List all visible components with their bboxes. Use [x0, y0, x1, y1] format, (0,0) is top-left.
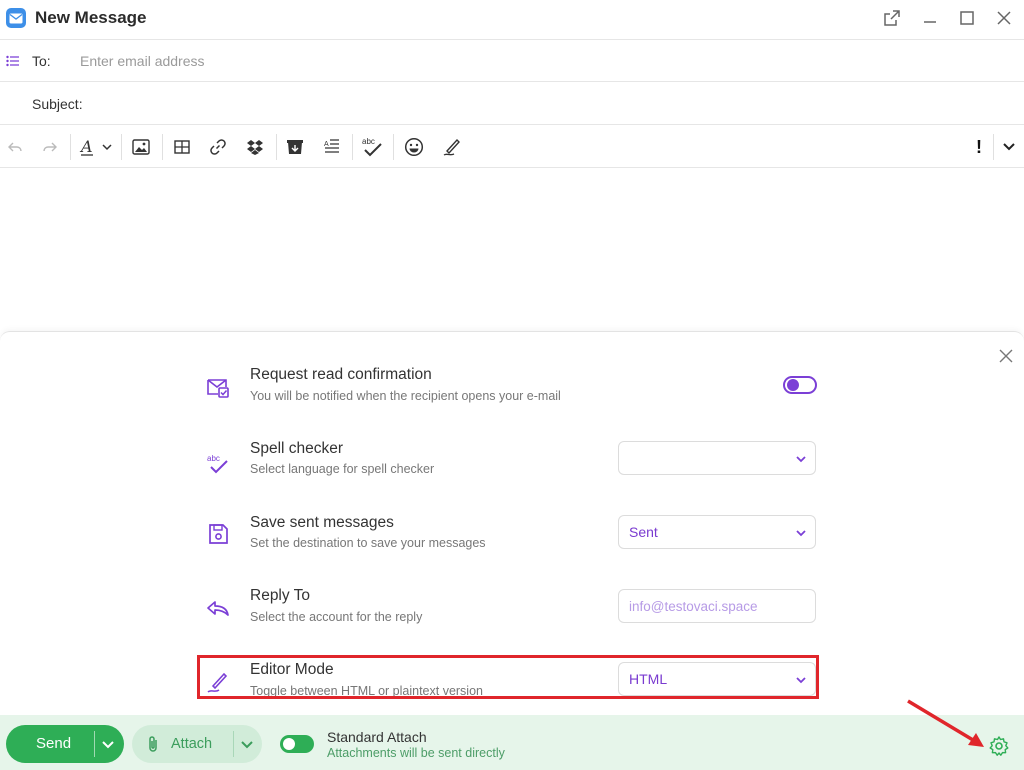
archive-icon[interactable]: [285, 135, 305, 159]
formatting-toolbar: A A abc !: [0, 126, 1024, 168]
spell-checker-select[interactable]: [618, 441, 816, 475]
chevron-down-icon: [795, 452, 807, 468]
read-confirmation-icon: [206, 376, 230, 400]
save-disk-icon: [206, 522, 230, 546]
signature-icon[interactable]: [441, 135, 463, 159]
contacts-list-icon[interactable]: [6, 54, 20, 72]
spellcheck-icon[interactable]: abc: [360, 135, 386, 159]
paperclip-icon: [147, 735, 159, 758]
editor-mode-select[interactable]: HTML: [618, 662, 816, 696]
emoji-icon[interactable]: [403, 135, 425, 159]
redo-icon[interactable]: [41, 135, 59, 159]
svg-text:A: A: [79, 137, 93, 156]
send-options-chevron-icon[interactable]: [101, 738, 115, 756]
read-confirmation-title: Request read confirmation: [250, 366, 432, 383]
standard-attach-title: Standard Attach: [327, 729, 427, 745]
dropbox-icon[interactable]: [245, 135, 265, 159]
standard-attach-toggle[interactable]: [280, 735, 314, 753]
to-row: To:: [0, 39, 1024, 82]
reply-icon: [206, 597, 230, 621]
close-icon[interactable]: [992, 6, 1016, 30]
more-options-chevron-icon[interactable]: [1000, 135, 1018, 159]
close-settings-icon[interactable]: [996, 346, 1016, 366]
reply-to-field[interactable]: info@testovaci.space: [618, 589, 816, 623]
attach-label: Attach: [171, 736, 213, 752]
attach-options-chevron-icon[interactable]: [240, 738, 254, 756]
message-body-editor[interactable]: [0, 168, 1024, 331]
to-label: To:: [32, 53, 51, 69]
svg-text:abc: abc: [362, 137, 375, 146]
settings-gear-icon[interactable]: [988, 735, 1010, 757]
attach-button[interactable]: Attach: [132, 725, 262, 763]
read-confirmation-toggle[interactable]: [783, 376, 817, 394]
save-sent-value: Sent: [629, 524, 658, 540]
undo-icon[interactable]: [6, 135, 24, 159]
title-bar: New Message: [0, 0, 1024, 38]
chevron-down-icon: [795, 673, 807, 689]
subject-row: Subject:: [0, 82, 1024, 125]
priority-icon[interactable]: !: [972, 135, 986, 159]
spell-checker-desc: Select language for spell checker: [250, 462, 435, 476]
svg-text:abc: abc: [207, 454, 220, 463]
table-icon[interactable]: [172, 135, 192, 159]
to-input[interactable]: [80, 50, 680, 72]
text-direction-icon[interactable]: A: [322, 135, 342, 159]
maximize-icon[interactable]: [955, 6, 979, 30]
save-sent-select[interactable]: Sent: [618, 515, 816, 549]
reply-to-desc: Select the account for the reply: [250, 610, 423, 624]
svg-text:A: A: [324, 141, 329, 148]
minimize-icon[interactable]: [918, 6, 942, 30]
spell-checker-title: Spell checker: [250, 440, 344, 457]
read-confirmation-desc: You will be notified when the recipient …: [250, 389, 561, 403]
send-label: Send: [36, 735, 72, 752]
annotation-arrow-icon: [907, 699, 984, 747]
window-title: New Message: [35, 8, 147, 27]
compose-bottom-bar: Send Attach Standard Attach Attachments …: [0, 715, 1024, 770]
editor-mode-value: HTML: [629, 671, 668, 687]
send-button[interactable]: Send: [6, 725, 124, 763]
editor-mode-title: Editor Mode: [250, 661, 334, 678]
save-sent-desc: Set the destination to save your message…: [250, 536, 486, 550]
mail-app-icon: [6, 8, 26, 28]
save-sent-title: Save sent messages: [250, 514, 394, 531]
link-icon[interactable]: [208, 135, 228, 159]
text-format-icon[interactable]: A: [79, 135, 115, 159]
standard-attach-desc: Attachments will be sent directly: [327, 746, 505, 760]
reply-to-title: Reply To: [250, 587, 311, 604]
subject-label: Subject:: [32, 96, 83, 112]
spellcheck-icon: abc: [206, 452, 230, 476]
subject-input[interactable]: [90, 93, 690, 115]
editor-mode-pen-icon: [206, 670, 230, 694]
chevron-down-icon: [795, 526, 807, 542]
popout-icon[interactable]: [880, 6, 904, 30]
editor-mode-desc: Toggle between HTML or plaintext version: [250, 684, 483, 698]
insert-image-icon[interactable]: [131, 135, 151, 159]
